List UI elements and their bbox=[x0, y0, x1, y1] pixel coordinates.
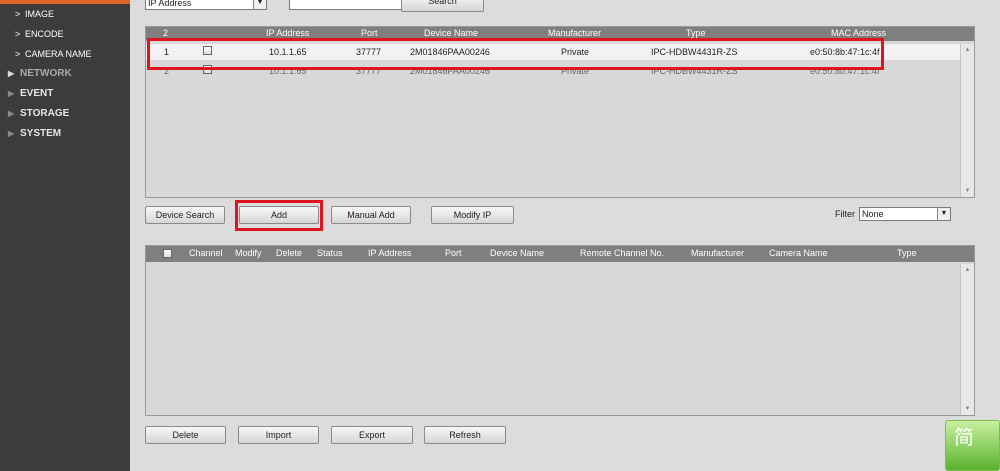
column-header: Manufacturer bbox=[691, 248, 745, 258]
column-header: IP Address bbox=[266, 28, 310, 38]
column-header: MAC Address bbox=[831, 28, 887, 38]
filter-label: Filter bbox=[835, 209, 855, 219]
chevron-right-icon: > bbox=[15, 9, 21, 19]
scroll-up-icon[interactable]: ▲ bbox=[961, 44, 974, 56]
column-header: Manufacturer bbox=[548, 28, 602, 38]
sidebar-item-storage[interactable]: ▶ STORAGE bbox=[8, 108, 69, 119]
triangle-right-icon: ▶ bbox=[8, 109, 15, 118]
sidebar-item-camera-name[interactable]: > CAMERA NAME bbox=[15, 49, 92, 59]
dropdown-arrow-icon[interactable]: ▼ bbox=[937, 208, 950, 220]
column-header: Modify bbox=[235, 248, 262, 258]
sidebar-item-label: CAMERA NAME bbox=[25, 49, 92, 59]
sidebar-item-system[interactable]: ▶ SYSTEM bbox=[8, 128, 61, 139]
column-header: Channel bbox=[189, 248, 223, 258]
highlight-row-annotation bbox=[147, 38, 884, 70]
vertical-scrollbar[interactable]: ▲ ▼ bbox=[960, 264, 974, 415]
column-header: Device Name bbox=[424, 28, 479, 38]
column-header: 2 bbox=[163, 28, 169, 38]
manual-add-button[interactable]: Manual Add bbox=[331, 206, 411, 224]
sidebar-item-network[interactable]: ▶ NETWORK bbox=[8, 68, 72, 79]
sidebar-active-indicator bbox=[0, 0, 130, 4]
highlight-add-annotation bbox=[235, 200, 323, 231]
ime-badge[interactable]: 简 bbox=[945, 420, 1000, 471]
device-search-button[interactable]: Device Search bbox=[145, 206, 225, 224]
column-header: Type bbox=[897, 248, 917, 258]
chevron-right-icon: > bbox=[15, 29, 21, 39]
column-header: Device Name bbox=[490, 248, 545, 258]
added-devices-table: Channel Modify Delete Status IP Address … bbox=[145, 245, 975, 416]
search-type-value: IP Address bbox=[148, 0, 192, 8]
sidebar: > IMAGE > ENCODE > CAMERA NAME ▶ NETWORK ▶ EV… bbox=[0, 0, 130, 471]
column-header: Remote Channel No. bbox=[580, 248, 665, 258]
column-header: Port bbox=[445, 248, 462, 258]
import-button[interactable]: Import bbox=[238, 426, 319, 444]
sidebar-item-label: EVENT bbox=[20, 88, 54, 99]
column-header: Camera Name bbox=[769, 248, 828, 258]
search-input[interactable] bbox=[289, 0, 415, 10]
search-button[interactable]: Search bbox=[401, 0, 484, 12]
column-header: Delete bbox=[276, 248, 303, 258]
refresh-button[interactable]: Refresh bbox=[424, 426, 506, 444]
delete-button[interactable]: Delete bbox=[145, 426, 226, 444]
table-header: Channel Modify Delete Status IP Address … bbox=[146, 246, 974, 262]
column-header: Port bbox=[361, 28, 378, 38]
vertical-scrollbar[interactable]: ▲ ▼ bbox=[960, 44, 974, 197]
sidebar-item-event[interactable]: ▶ EVENT bbox=[8, 88, 53, 99]
sidebar-item-encode[interactable]: > ENCODE bbox=[15, 29, 64, 39]
filter-value: None bbox=[862, 209, 884, 219]
scroll-up-icon[interactable]: ▲ bbox=[961, 264, 974, 276]
triangle-right-icon: ▶ bbox=[8, 69, 15, 78]
main-content: IP Address ▼ Search 2 IP Address Port De… bbox=[130, 0, 1000, 471]
filter-select[interactable]: None ▼ bbox=[859, 207, 951, 221]
export-button[interactable]: Export bbox=[331, 426, 413, 444]
column-header: Status bbox=[317, 248, 343, 258]
select-all-checkbox[interactable] bbox=[163, 249, 172, 258]
search-type-select[interactable]: IP Address ▼ bbox=[145, 0, 267, 10]
ime-badge-text: 简 bbox=[954, 425, 974, 449]
sidebar-item-label: NETWORK bbox=[20, 68, 72, 79]
chevron-right-icon: > bbox=[15, 49, 21, 59]
column-header: IP Address bbox=[368, 248, 412, 258]
sidebar-item-label: STORAGE bbox=[20, 108, 70, 119]
column-header: Type bbox=[686, 28, 706, 38]
triangle-right-icon: ▶ bbox=[8, 129, 15, 138]
triangle-right-icon: ▶ bbox=[8, 89, 15, 98]
sidebar-item-label: ENCODE bbox=[25, 29, 64, 39]
sidebar-item-label: SYSTEM bbox=[20, 128, 62, 139]
scroll-down-icon[interactable]: ▼ bbox=[961, 403, 974, 415]
sidebar-item-image[interactable]: > IMAGE bbox=[15, 9, 54, 19]
sidebar-item-label: IMAGE bbox=[25, 9, 55, 19]
modify-ip-button[interactable]: Modify IP bbox=[431, 206, 514, 224]
scroll-down-icon[interactable]: ▼ bbox=[961, 185, 974, 197]
dropdown-arrow-icon[interactable]: ▼ bbox=[253, 0, 266, 9]
